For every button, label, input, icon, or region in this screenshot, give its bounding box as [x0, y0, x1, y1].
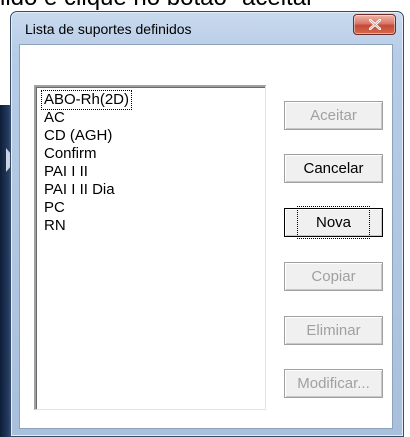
list-item[interactable]: ABO-Rh(2D)	[40, 90, 133, 110]
list-item[interactable]: PAI I II Dia	[42, 181, 117, 199]
dialog-window: Lista de suportes definidos ABO-Rh(2D) A…	[10, 11, 404, 437]
close-icon	[369, 19, 381, 30]
close-button[interactable]	[353, 14, 396, 35]
list-item[interactable]: CD (AGH)	[42, 127, 114, 145]
list-item[interactable]: RN	[42, 217, 68, 235]
background-caption: lido e clique no botão "aceitar"	[0, 0, 410, 10]
copy-button[interactable]: Copiar	[284, 262, 383, 291]
dialog-client-area: ABO-Rh(2D) AC CD (AGH) Confirm PAI I II …	[19, 44, 393, 429]
new-button[interactable]: Nova	[284, 206, 383, 239]
copy-button-label: Copiar	[311, 268, 356, 285]
list-item[interactable]: AC	[42, 109, 67, 127]
delete-button-label: Eliminar	[306, 322, 361, 339]
cancel-button-label: Cancelar	[303, 160, 364, 177]
title-bar[interactable]: Lista de suportes definidos	[11, 12, 403, 44]
delete-button[interactable]: Eliminar	[284, 316, 383, 345]
accept-button[interactable]: Aceitar	[284, 101, 383, 130]
cancel-button[interactable]: Cancelar	[284, 154, 383, 183]
accept-button-label: Aceitar	[310, 107, 357, 124]
modify-button[interactable]: Modificar...	[284, 369, 383, 398]
new-button-label: Nova	[296, 206, 371, 239]
modify-button-label: Modificar...	[297, 375, 370, 392]
list-item[interactable]: PC	[42, 199, 67, 217]
dialog-title: Lista de suportes definidos	[25, 21, 192, 37]
list-item[interactable]: PAI I II	[42, 163, 90, 181]
supports-listbox[interactable]: ABO-Rh(2D) AC CD (AGH) Confirm PAI I II …	[34, 85, 266, 410]
list-item[interactable]: Confirm	[42, 145, 99, 163]
